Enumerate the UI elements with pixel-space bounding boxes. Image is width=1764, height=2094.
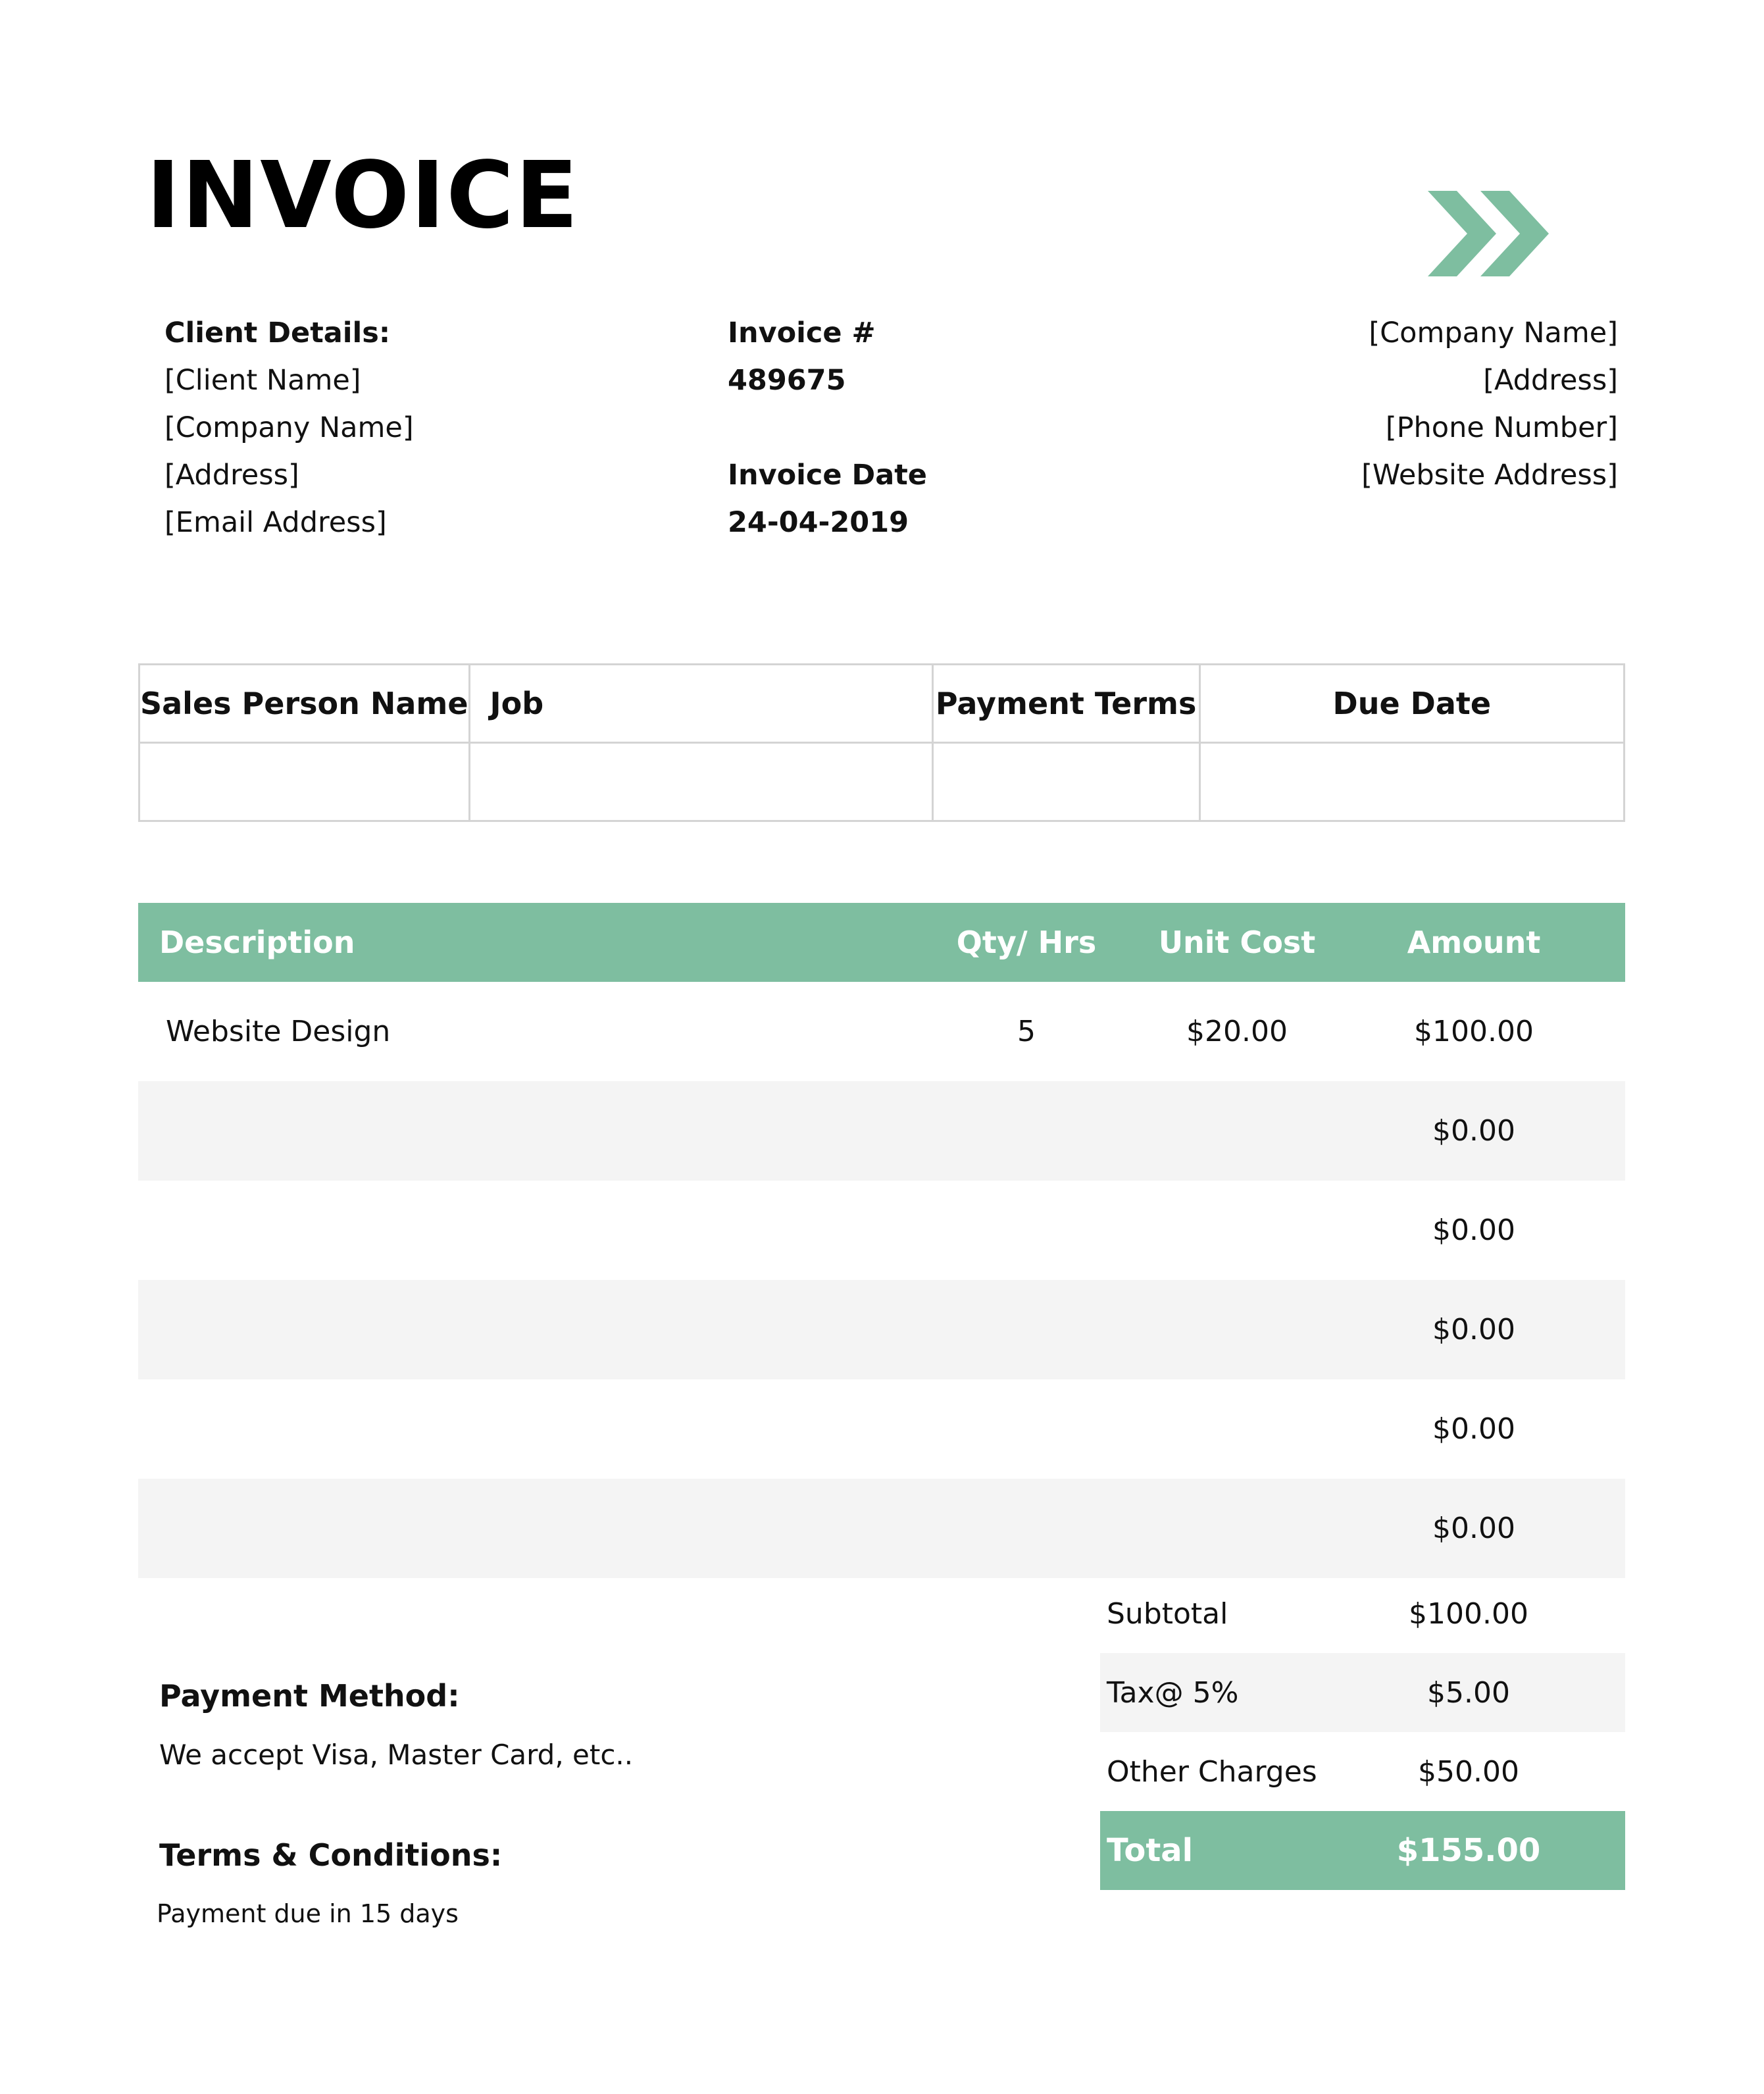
client-details: Client Details: [Client Name] [Company N…: [164, 309, 414, 546]
client-name: [Client Name]: [164, 364, 361, 397]
table-row: $0.00: [138, 1379, 1625, 1479]
client-email: [Email Address]: [164, 506, 387, 539]
invoice-title: INVOICE: [146, 142, 580, 249]
item-amount: $0.00: [1432, 1114, 1515, 1148]
due-date-header: Due Date: [1198, 663, 1626, 744]
company-address: [Address]: [1483, 364, 1618, 397]
item-amount: $0.00: [1432, 1512, 1515, 1545]
item-qty[interactable]: [947, 1181, 1105, 1280]
line-items-table: Description Qty/ Hrs Unit Cost Amount We…: [138, 903, 1625, 1578]
item-unit-cost[interactable]: [1125, 1479, 1349, 1578]
invoice-date-label: Invoice Date: [728, 459, 927, 492]
company-details: [Company Name] [Address] [Phone Number] …: [1361, 309, 1618, 499]
invoice-number: 489675: [728, 364, 846, 397]
due-date-cell[interactable]: [1198, 742, 1626, 822]
company-phone: [Phone Number]: [1385, 411, 1618, 444]
other-charges-value: $50.00: [1418, 1754, 1519, 1789]
tax-row: Tax@ 5% $5.00: [1100, 1653, 1625, 1732]
company-website: [Website Address]: [1361, 459, 1618, 492]
client-company-name: [Company Name]: [164, 411, 414, 444]
totals-block: Subtotal $100.00 Tax@ 5% $5.00 Other Cha…: [1100, 1574, 1625, 1890]
item-unit-cost[interactable]: [1125, 1379, 1349, 1479]
qty-header: Qty/ Hrs: [956, 925, 1097, 960]
terms-text: Payment due in 15 days: [157, 1899, 459, 1928]
item-qty[interactable]: [947, 1280, 1105, 1379]
payment-method-heading: Payment Method:: [159, 1678, 460, 1714]
subtotal-label: Subtotal: [1107, 1596, 1228, 1631]
other-charges-row: Other Charges $50.00: [1100, 1732, 1625, 1811]
item-qty[interactable]: 5: [947, 982, 1105, 1081]
unit-cost-header: Unit Cost: [1158, 925, 1316, 960]
item-amount: $100.00: [1414, 1015, 1534, 1048]
job-header: Job: [468, 663, 934, 744]
item-qty[interactable]: [947, 1379, 1105, 1479]
table-row: Website Design 5 $20.00 $100.00: [138, 982, 1625, 1081]
terms-heading: Terms & Conditions:: [159, 1837, 503, 1873]
total-row: Total $155.00: [1100, 1811, 1625, 1890]
table-row: $0.00: [138, 1479, 1625, 1578]
sales-person-header: Sales Person Name: [138, 663, 470, 744]
client-address: [Address]: [164, 459, 299, 492]
table-row: $0.00: [138, 1081, 1625, 1181]
item-unit-cost[interactable]: [1125, 1181, 1349, 1280]
amount-header: Amount: [1407, 925, 1541, 960]
job-cell[interactable]: [468, 742, 934, 822]
description-header: Description: [159, 925, 355, 960]
job-details-value-row: [138, 742, 1626, 822]
subtotal-value: $100.00: [1409, 1596, 1528, 1631]
company-name: [Company Name]: [1369, 317, 1618, 349]
double-chevron-right-icon: [1428, 191, 1549, 276]
tax-value: $5.00: [1427, 1675, 1510, 1710]
item-unit-cost[interactable]: [1125, 1081, 1349, 1181]
item-qty[interactable]: [947, 1081, 1105, 1181]
job-details-header-row: Sales Person Name Job Payment Terms Due …: [138, 663, 1626, 744]
table-row: $0.00: [138, 1280, 1625, 1379]
total-label: Total: [1107, 1832, 1194, 1869]
sales-person-cell[interactable]: [138, 742, 470, 822]
tax-label: Tax@ 5%: [1107, 1675, 1239, 1710]
job-details-table: Sales Person Name Job Payment Terms Due …: [138, 663, 1626, 822]
item-amount: $0.00: [1432, 1313, 1515, 1346]
client-details-heading: Client Details:: [164, 317, 391, 349]
subtotal-row: Subtotal $100.00: [1100, 1574, 1625, 1653]
line-items-header: Description Qty/ Hrs Unit Cost Amount: [138, 903, 1625, 982]
item-unit-cost[interactable]: [1125, 1280, 1349, 1379]
table-row: $0.00: [138, 1181, 1625, 1280]
payment-terms-cell[interactable]: [931, 742, 1201, 822]
item-qty[interactable]: [947, 1479, 1105, 1578]
item-unit-cost[interactable]: $20.00: [1125, 982, 1349, 1081]
other-charges-label: Other Charges: [1107, 1754, 1317, 1789]
invoice-date: 24-04-2019: [728, 506, 909, 539]
item-description[interactable]: Website Design: [166, 982, 390, 1081]
invoice-number-label: Invoice #: [728, 317, 876, 349]
item-amount: $0.00: [1432, 1412, 1515, 1446]
total-value: $155.00: [1396, 1832, 1541, 1869]
payment-method-text: We accept Visa, Master Card, etc..: [159, 1739, 634, 1771]
invoice-meta: Invoice # 489675 Invoice Date 24-04-2019: [728, 309, 927, 546]
payment-terms-header: Payment Terms: [931, 663, 1201, 744]
item-amount: $0.00: [1432, 1213, 1515, 1247]
